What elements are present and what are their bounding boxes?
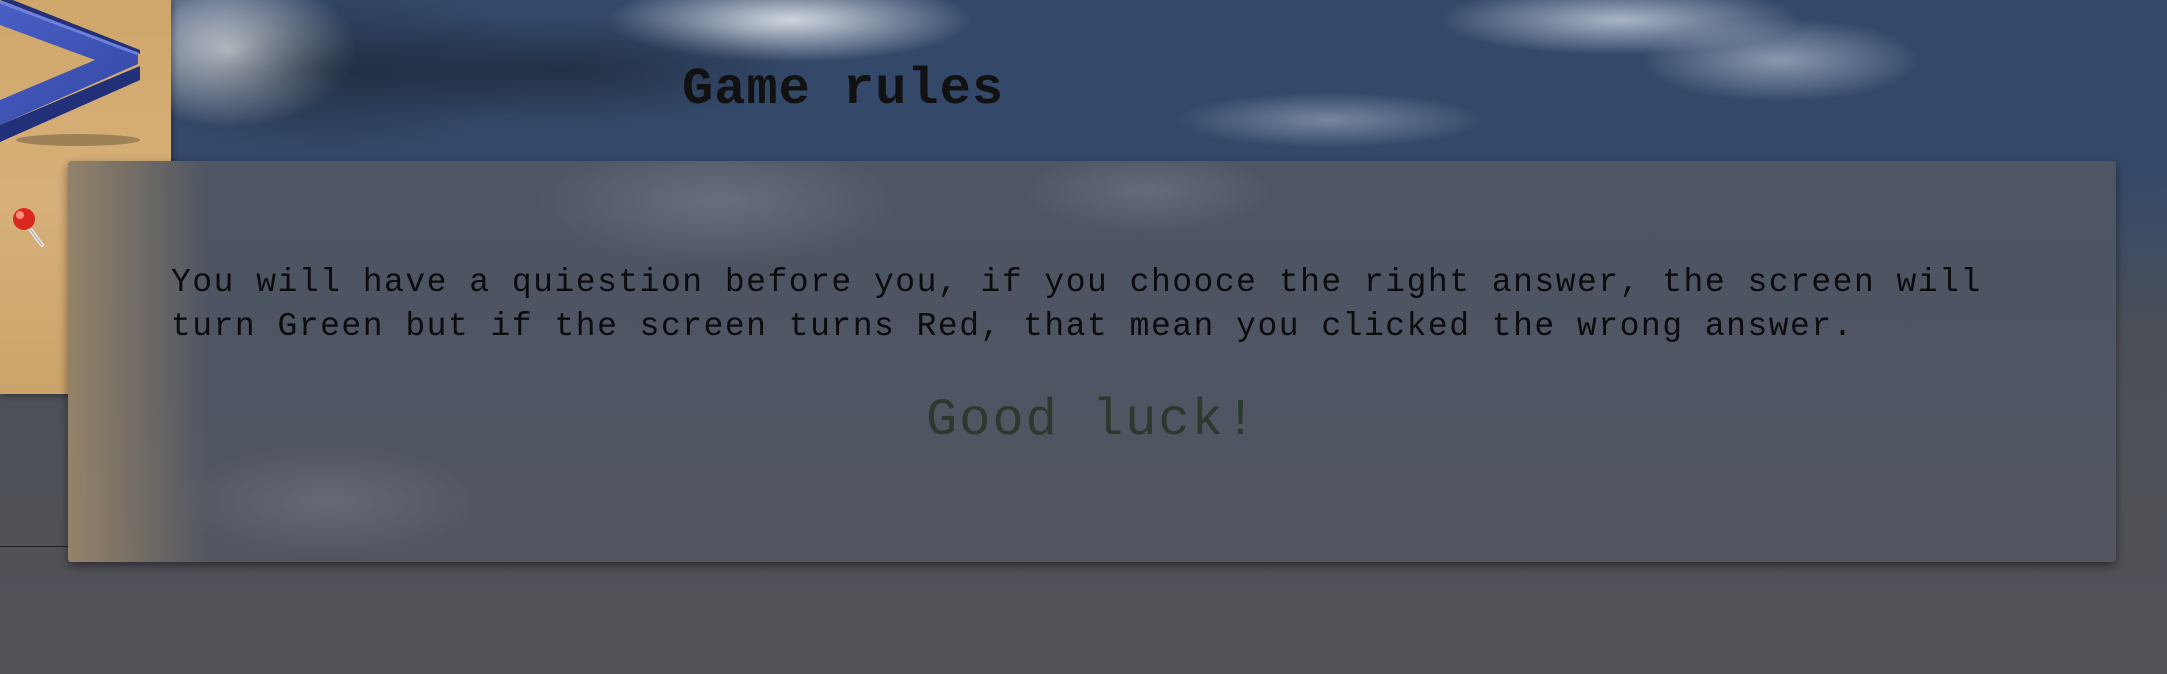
rules-description: You will have a quiestion before you, if… [171,264,1982,345]
good-luck-message: Good luck! [925,391,1259,450]
rules-panel: You will have a quiestion before you, if… [68,161,2116,562]
sidebar-divider [0,546,68,547]
page-title: Game rules [682,60,1005,119]
chevron-right-icon[interactable] [0,0,145,150]
push-pin-icon [13,208,44,247]
